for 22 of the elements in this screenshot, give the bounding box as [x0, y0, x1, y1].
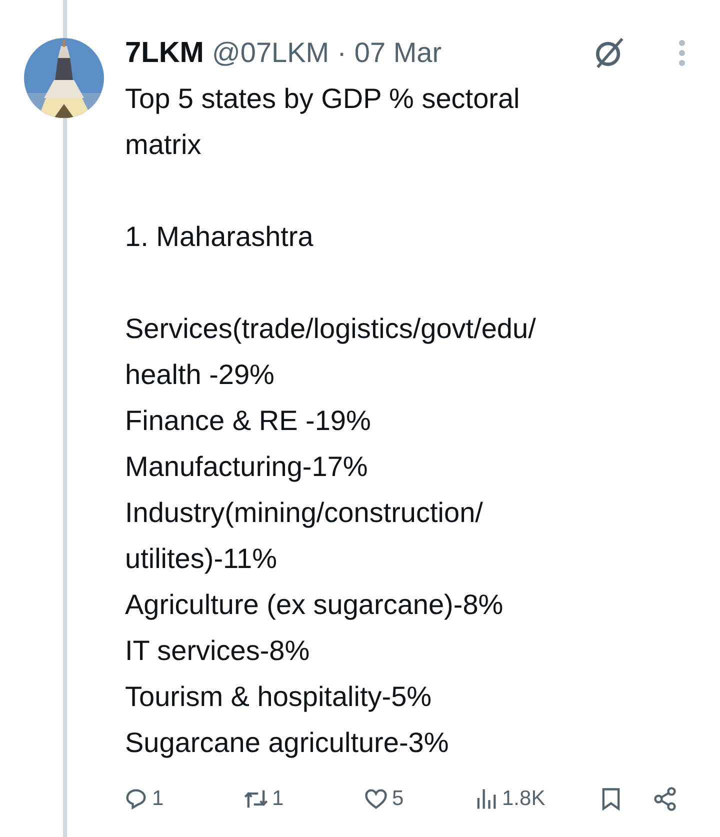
action-count: 5 — [392, 787, 404, 811]
author-name[interactable]: 7LKM — [125, 36, 204, 70]
post-text-line: utilites)-11% — [125, 542, 278, 576]
post-text-line: IT services-8% — [125, 634, 311, 668]
post-text-line: 1. Maharashtra — [125, 220, 314, 254]
post-text-line: matrix — [125, 128, 202, 162]
action-count: 1 — [272, 787, 284, 811]
post-text-line: Sugarcane agriculture-3% — [125, 726, 450, 760]
post-text-line: Finance & RE -19% — [125, 404, 372, 438]
post-text-line: Manufacturing-17% — [125, 450, 369, 484]
post-text-line: Industry(mining/construction/ — [125, 496, 484, 530]
separator: · — [337, 37, 346, 69]
post-date[interactable]: 07 Mar — [354, 37, 442, 69]
share-icon[interactable] — [652, 786, 678, 812]
post-text-line: Tourism & hospitality-5% — [125, 680, 433, 714]
post-text-line: health -29% — [125, 358, 276, 392]
action-count: 1 — [152, 787, 164, 811]
author-handle[interactable]: @07LKM — [212, 37, 330, 69]
post-text-line: Agriculture (ex sugarcane)-8% — [125, 588, 504, 622]
post-text-line: Top 5 states by GDP % sectoral — [125, 82, 521, 116]
action-count: 1.8K — [502, 787, 546, 811]
post-text-line: Services(trade/logistics/govt/edu/ — [125, 312, 537, 346]
